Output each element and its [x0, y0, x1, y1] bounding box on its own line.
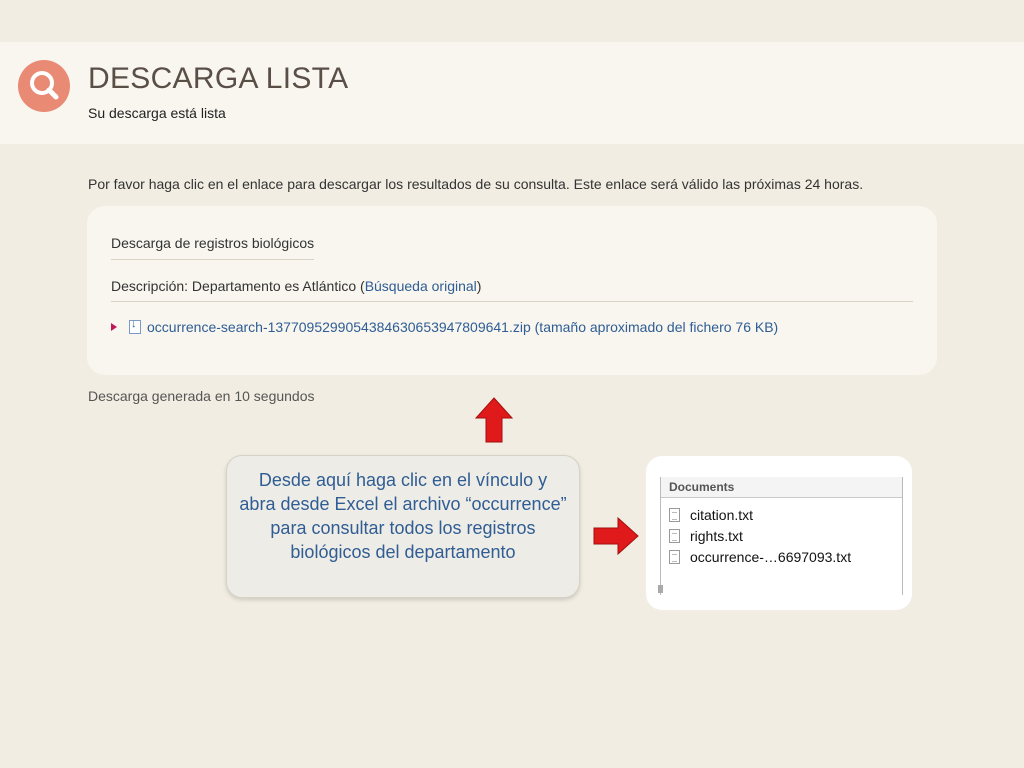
file-name: citation.txt	[690, 506, 754, 523]
text-file-icon	[669, 528, 680, 543]
file-item[interactable]: rights.txt	[661, 525, 902, 546]
text-file-icon	[669, 549, 680, 564]
instructions-text: Por favor haga clic en el enlace para de…	[88, 176, 864, 192]
file-name: rights.txt	[690, 527, 743, 544]
file-row: occurrence-search-1377095299054384630653…	[111, 318, 778, 335]
panel-title: Descarga de registros biológicos	[111, 235, 315, 260]
description-prefix: Descripción: Departamento es Atlántico (	[111, 278, 365, 294]
finder-header: Documents	[661, 477, 902, 498]
file-item[interactable]: citation.txt	[661, 504, 902, 525]
download-panel: Descarga de registros biológicos Descrip…	[87, 206, 937, 375]
page-title: DESCARGA LISTA	[88, 62, 349, 95]
callout-box: Desde aquí haga clic en el vínculo y abr…	[226, 455, 580, 598]
arrow-up-icon	[474, 397, 514, 443]
download-file-link[interactable]: occurrence-search-1377095299054384630653…	[147, 319, 778, 335]
expand-caret-icon[interactable]	[111, 323, 117, 331]
file-item[interactable]: occurrence-…6697093.txt	[661, 546, 902, 567]
download-icon[interactable]	[129, 318, 141, 334]
arrow-right-icon	[593, 516, 639, 556]
original-search-link[interactable]: Búsqueda original	[365, 278, 477, 294]
description-suffix: )	[476, 278, 482, 294]
search-icon	[18, 60, 70, 112]
generated-time-text: Descarga generada en 10 segundos	[88, 388, 315, 404]
finder-window: Documents citation.txt rights.txt occurr…	[646, 456, 912, 610]
scrollbar-handle[interactable]	[658, 585, 663, 593]
file-name: occurrence-…6697093.txt	[690, 548, 852, 565]
text-file-icon	[669, 507, 680, 522]
description-line: Descripción: Departamento es Atlántico (…	[111, 278, 913, 302]
callout-text: Desde aquí haga clic en el vínculo y abr…	[239, 470, 567, 562]
page-subtitle: Su descarga está lista	[88, 105, 226, 121]
finder-list: Documents citation.txt rights.txt occurr…	[658, 477, 903, 595]
